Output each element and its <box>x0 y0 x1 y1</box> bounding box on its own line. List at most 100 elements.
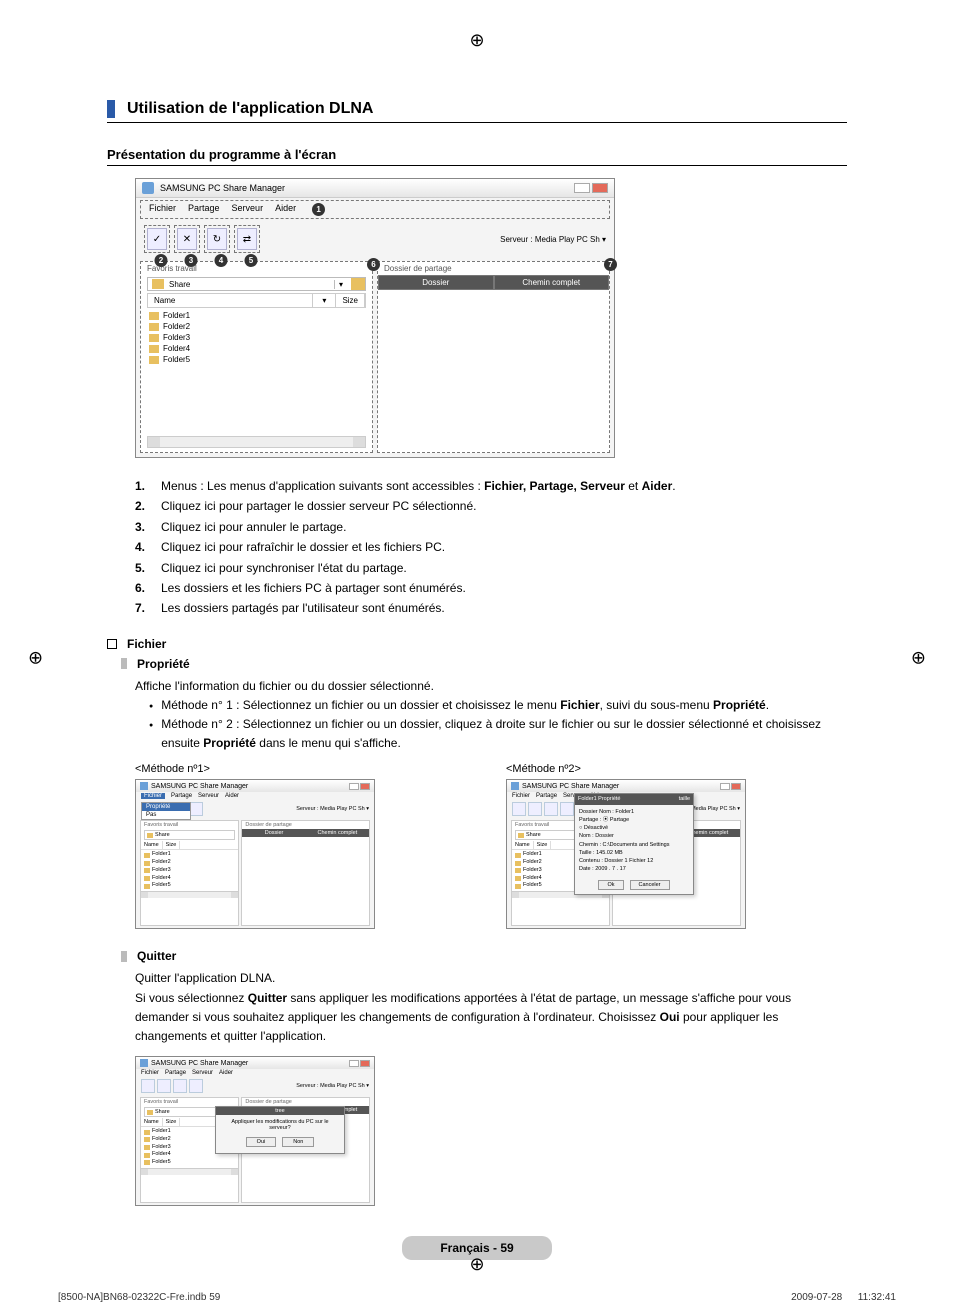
close-button[interactable] <box>731 783 741 790</box>
step-num: 4. <box>135 537 151 557</box>
menu-aider[interactable]: Aider <box>219 1070 233 1076</box>
server-dropdown[interactable]: Media Play PC Sh ▾ <box>535 235 606 244</box>
menu-fichier[interactable]: Fichier <box>141 1070 159 1076</box>
step-num: 1. <box>135 476 151 496</box>
minimize-button[interactable] <box>720 783 730 790</box>
list-item[interactable]: Folder2 <box>144 859 235 867</box>
menu-fichier[interactable]: Fichier <box>149 203 176 216</box>
sync-button[interactable]: ⇄ <box>237 228 257 250</box>
path-value: Share <box>526 832 541 838</box>
section-heading: Présentation du programme à l'écran <box>107 147 847 166</box>
propriete-intro: Affiche l'information du fichier ou du d… <box>135 677 847 696</box>
registration-mark-icon: ⊕ <box>911 647 926 668</box>
list-item[interactable]: Folder4 <box>144 875 235 883</box>
list-item[interactable]: Folder4 <box>147 343 366 354</box>
subheading-propriete: Propriété <box>137 657 190 671</box>
step-text: Les dossiers et les fichiers PC à partag… <box>161 578 466 598</box>
menu-serveur[interactable]: Serveur <box>198 793 219 799</box>
yes-button[interactable]: Oui <box>246 1137 277 1147</box>
menu-item-propriete[interactable]: Propriété <box>142 803 190 811</box>
server-dropdown[interactable]: Serveur : Media Play PC Sh ▾ <box>296 1083 369 1089</box>
list-item[interactable]: Folder5 <box>144 882 235 890</box>
menu-fichier-open[interactable]: Fichier Propriété Pas <box>141 793 165 799</box>
step-num: 7. <box>135 598 151 618</box>
mini-path-bar: Share <box>144 830 235 840</box>
refresh-button[interactable] <box>544 802 558 816</box>
list-item[interactable]: Folder1 <box>147 310 366 321</box>
scrollbar[interactable] <box>141 891 238 898</box>
path-bar: ▾ <box>147 277 366 291</box>
menu-partage[interactable]: Partage <box>536 793 557 799</box>
mini-right-header-cols: DossierChemin complet <box>242 829 369 837</box>
browse-icon[interactable] <box>351 278 365 290</box>
mini-window-title: SAMSUNG PC Share Manager <box>151 783 248 790</box>
prop-line: Date : 2009 . 7 . 17 <box>579 865 689 873</box>
menu-aider[interactable]: Aider <box>275 203 296 216</box>
left-panel-header: Favoris travail 6 <box>141 262 372 275</box>
col-dossier: Dossier <box>242 829 305 837</box>
share-button[interactable]: ✓ <box>147 228 167 250</box>
method-1-text: Méthode n° 1 : Sélectionnez un fichier o… <box>161 696 769 715</box>
prop-line: Nom : Dossier <box>579 832 689 840</box>
share-button-cluster: ✓ 2 <box>144 225 170 253</box>
share-button[interactable] <box>141 1079 155 1093</box>
step-text: Cliquez ici pour annuler le partage. <box>161 517 346 537</box>
list-item[interactable]: Folder2 <box>147 321 366 332</box>
share-button[interactable] <box>512 802 526 816</box>
registration-mark-icon: ⊕ <box>28 647 43 668</box>
menu-partage[interactable]: Partage <box>165 1070 186 1076</box>
col-chemin[interactable]: Chemin complet <box>494 275 610 290</box>
col-size[interactable]: Size <box>336 294 365 307</box>
path-dropdown[interactable]: ▾ <box>334 280 347 289</box>
minimize-button[interactable] <box>574 183 590 193</box>
server-label-text: Serveur : <box>500 235 532 244</box>
method-screenshots: <Méthode nº1> SAMSUNG PC Share Manager F… <box>135 763 847 929</box>
scrollbar[interactable] <box>141 1168 238 1175</box>
folder-icon <box>149 356 159 364</box>
unshare-button[interactable] <box>528 802 542 816</box>
list-item[interactable]: Folder3 <box>147 332 366 343</box>
menu-item-pas[interactable]: Pas <box>142 811 190 819</box>
list-item[interactable]: Folder3 <box>144 867 235 875</box>
refresh-button[interactable] <box>173 1079 187 1093</box>
callout-legend: 1. Menus : Les menus d'application suiva… <box>135 476 847 619</box>
menu-serveur[interactable]: Serveur <box>192 1070 213 1076</box>
server-dropdown[interactable]: Serveur : Media Play PC Sh ▾ <box>296 806 369 812</box>
scrollbar[interactable] <box>147 436 366 448</box>
menu-fichier[interactable]: Fichier <box>512 793 530 799</box>
minimize-button[interactable] <box>349 1060 359 1067</box>
refresh-button[interactable]: ↻ <box>207 228 227 250</box>
menu-partage[interactable]: Partage <box>171 793 192 799</box>
no-button[interactable]: Non <box>282 1137 314 1147</box>
left-panel: Favoris travail 6 ▾ Name ▾ Size <box>140 261 373 453</box>
step-text: Cliquez ici pour synchroniser l'état du … <box>161 558 407 578</box>
col-sort[interactable]: ▾ <box>313 294 336 307</box>
menu-aider[interactable]: Aider <box>225 793 239 799</box>
col-name[interactable]: Name <box>148 294 313 307</box>
close-button[interactable] <box>592 183 608 193</box>
ok-button[interactable]: Ok <box>598 880 623 890</box>
menu-serveur[interactable]: Serveur <box>232 203 264 216</box>
mini-menubar: Fichier Partage Serveur Aider <box>136 1069 374 1077</box>
cancel-button[interactable]: Canceler <box>630 880 670 890</box>
path-input[interactable] <box>168 279 334 290</box>
sync-button[interactable] <box>189 1079 203 1093</box>
dialog-side-label: taille <box>679 795 690 803</box>
step-num: 2. <box>135 496 151 516</box>
col-name: Name <box>512 841 534 849</box>
minimize-button[interactable] <box>349 783 359 790</box>
list-item[interactable]: Folder5 <box>147 354 366 365</box>
close-button[interactable] <box>360 1060 370 1067</box>
quitter-line1: Quitter l'application DLNA. <box>135 969 847 988</box>
close-button[interactable] <box>360 783 370 790</box>
app-icon <box>511 782 519 790</box>
sync-button[interactable] <box>189 802 203 816</box>
menu-partage[interactable]: Partage <box>188 203 220 216</box>
sync-button[interactable] <box>560 802 574 816</box>
list-item[interactable]: Folder5 <box>144 1159 235 1167</box>
list-item[interactable]: Folder1 <box>144 851 235 859</box>
unshare-button[interactable]: ✕ <box>177 228 197 250</box>
unshare-button[interactable] <box>157 1079 171 1093</box>
col-dossier[interactable]: Dossier <box>378 275 494 290</box>
folder-icon <box>147 833 153 838</box>
